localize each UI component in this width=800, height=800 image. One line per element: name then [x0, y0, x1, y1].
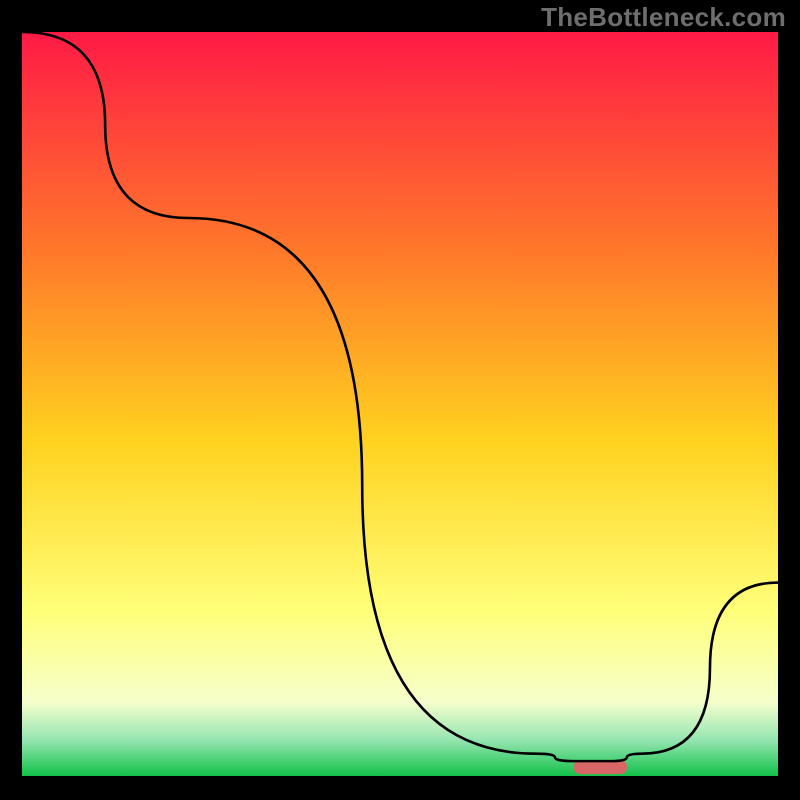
gradient-background: [22, 32, 778, 776]
chart-frame: TheBottleneck.com: [0, 0, 800, 800]
chart-svg: [22, 32, 778, 776]
watermark-text: TheBottleneck.com: [541, 2, 786, 33]
plot-area: [22, 32, 778, 776]
